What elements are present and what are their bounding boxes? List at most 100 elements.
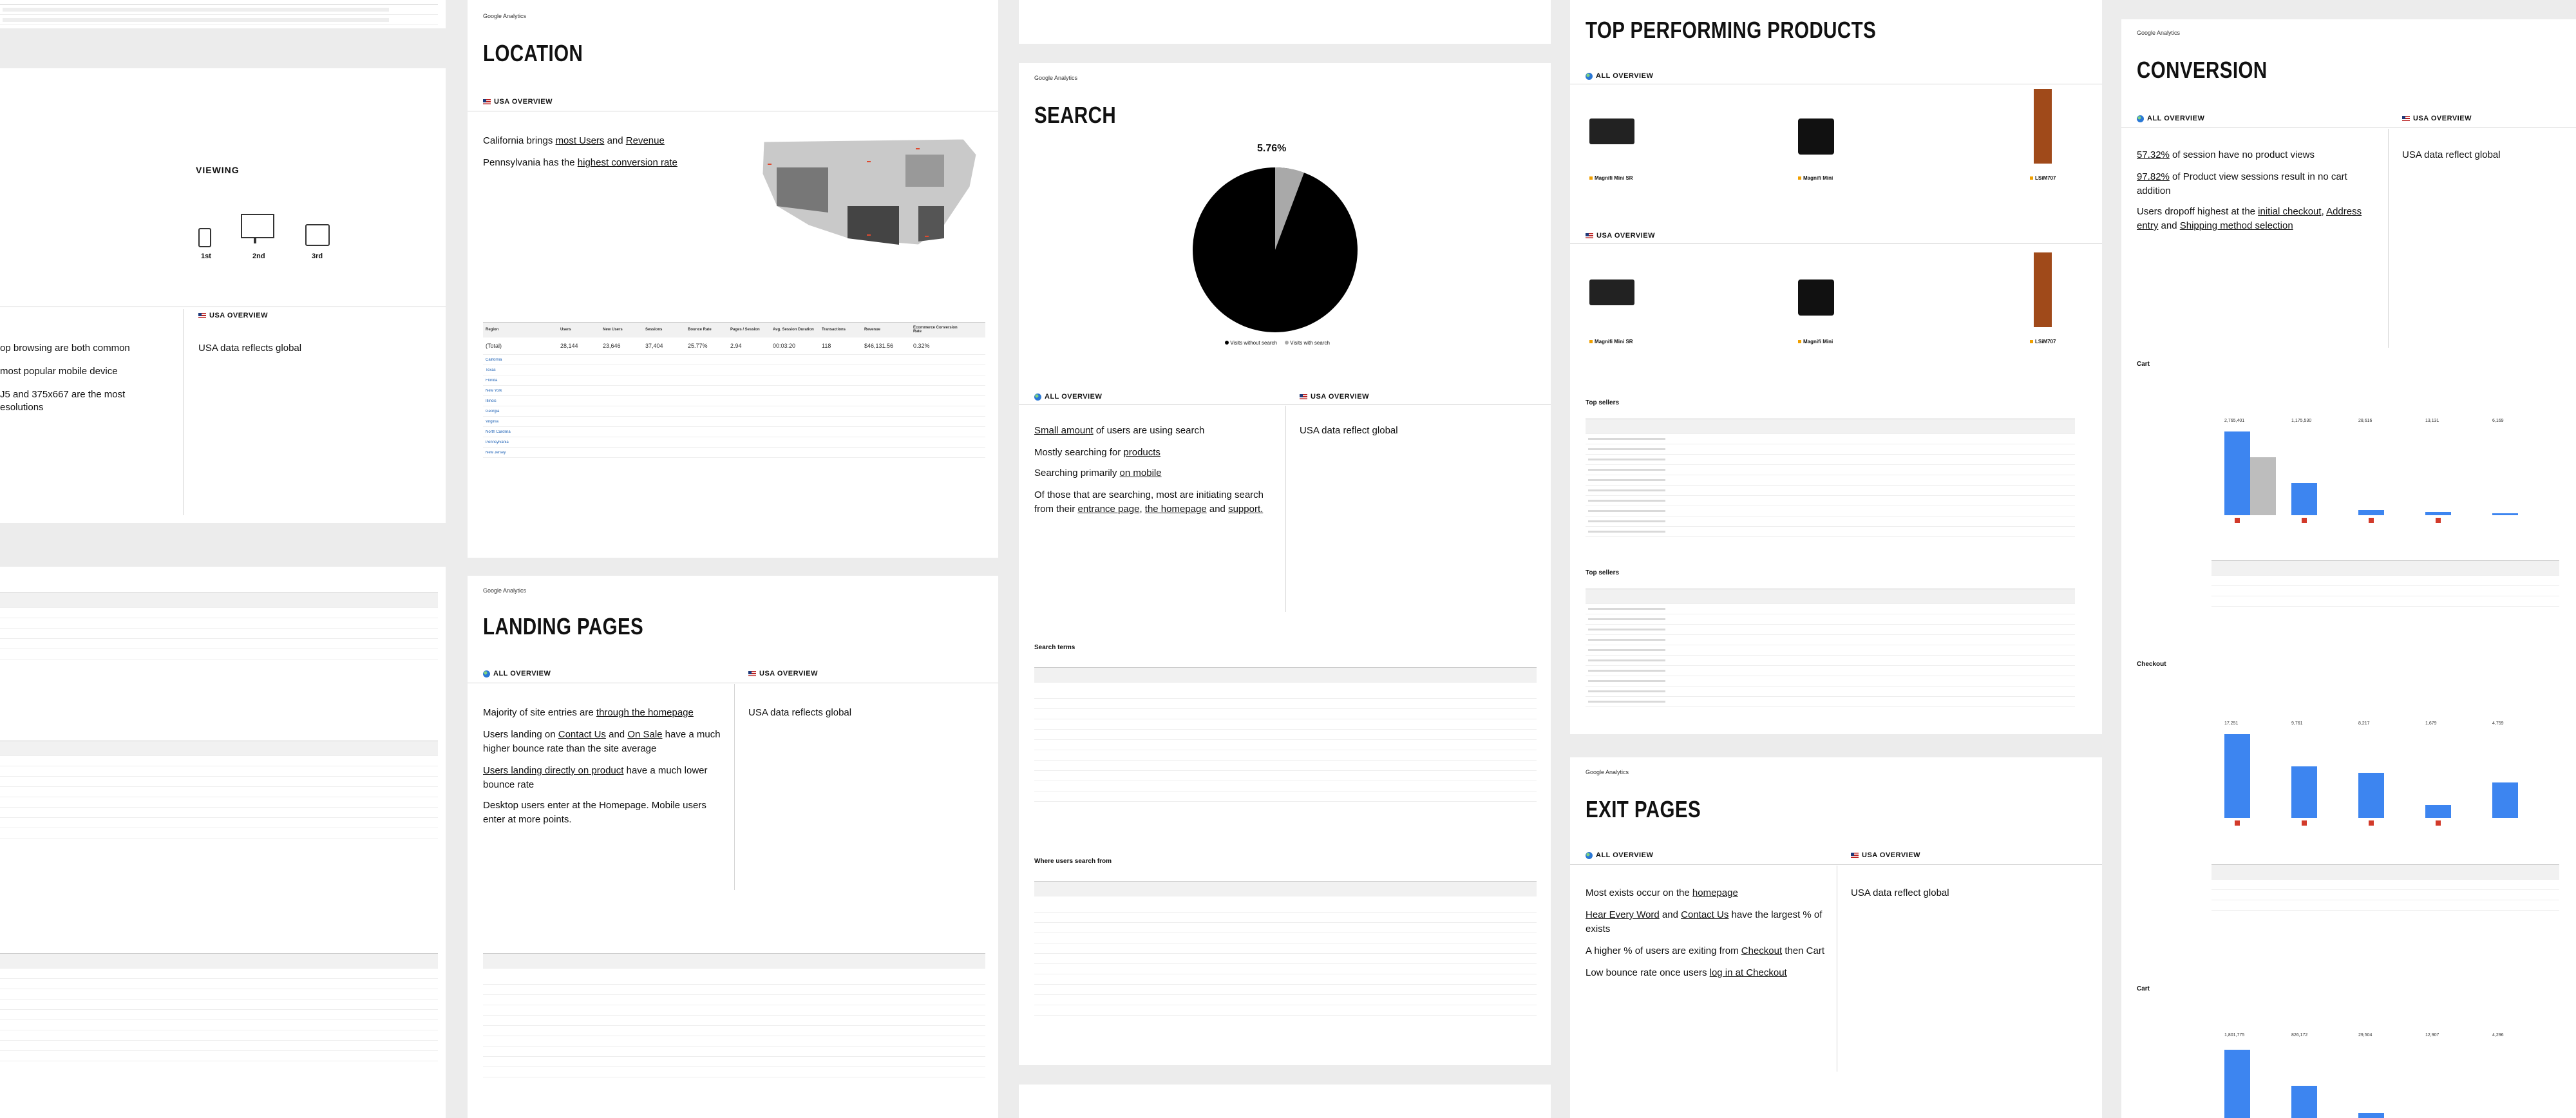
speaker-image [2034,252,2052,327]
cart-stat: 28,616 [2358,419,2372,423]
top-sellers-table [1586,589,2075,707]
exit-usa-heading: USA OVERVIEW [1851,851,1920,859]
divider [1285,406,1286,612]
table-row[interactable]: California [483,355,985,365]
landing-usa-heading: USA OVERVIEW [748,670,818,677]
product-label: Magnifi Mini [1798,339,1833,345]
product-label: Magnifi Mini SR [1589,175,1633,181]
usa-flag-icon [1300,394,1307,399]
top-strip-card [1019,0,1551,44]
table-row[interactable]: New York [483,386,985,396]
cart-stat: 6,169 [2492,419,2504,423]
globe-icon [1586,851,1593,859]
rank-1: 1st [201,252,211,260]
usa-flag-icon [2402,116,2410,121]
divider [734,684,735,890]
rank-2: 2nd [252,252,265,260]
table-row[interactable]: New Jersey [483,448,985,458]
table-row[interactable]: Texas [483,365,985,375]
tablet-icon [305,224,330,246]
usa-flag-icon [483,99,491,104]
viewing-usa-heading: USA OVERVIEW [198,312,268,319]
map-tooltip [867,161,871,162]
location-usa-heading: USA OVERVIEW [483,98,553,106]
desktop-stand [254,237,256,243]
cart2-stat: 12,907 [2425,1033,2439,1037]
cart2-stat: 29,504 [2358,1033,2372,1037]
location-line-2: Pennsylvania has the highest conversion … [483,157,677,168]
location-line-1: California brings most Users and Revenue [483,135,665,146]
cart-stat: 2,765,401 [2224,419,2245,423]
conversion-card: Google Analytics CONVERSION ALL OVERVIEW… [2121,19,2576,1118]
usa-flag-icon [1851,853,1859,858]
viewing-card [0,0,446,28]
cart2-stat: 826,172 [2291,1033,2308,1037]
table-row[interactable]: Florida [483,375,985,386]
ga-label: Google Analytics [1034,75,1078,81]
viewing-table-card [0,567,446,1118]
subwoofer-image [1798,280,1834,316]
globe-icon [1586,72,1593,80]
landing-point-4: Desktop users enter at the Homepage. Mob… [483,800,706,825]
exit-title: EXIT PAGES [1586,796,1701,822]
pie-data-label: 5.76% [1257,143,1287,154]
viewing-left-2: most popular mobile device [0,366,118,377]
divider [2388,129,2389,348]
divider [1019,404,1551,405]
viewing-title: VIEWING [196,165,240,175]
table-row[interactable]: Georgia [483,406,985,417]
conv-point-3: Users dropoff highest at the initial che… [2137,206,2362,231]
top-products-title: TOP PERFORMING PRODUCTS [1586,17,1877,43]
search-point-2: Mostly searching for products [1034,447,1160,458]
map-tooltip [925,236,929,237]
desktop-icon [241,214,274,238]
location-card: Google Analytics LOCATION USA OVERVIEW C… [468,0,998,558]
search-title: SEARCH [1034,102,1117,128]
conv-point-1: 57.32% of session have no product views [2137,149,2315,160]
table-row[interactable]: Virginia [483,417,985,427]
exit-card: Google Analytics EXIT PAGES ALL OVERVIEW… [1570,757,2102,1118]
ga-label: Google Analytics [483,13,527,19]
subwoofer-image [1798,118,1834,155]
exit-point-4: Low bounce rate once users log in at Che… [1586,967,1787,978]
search-terms-title: Search terms [1034,644,1075,651]
globe-icon [2137,115,2144,122]
cart2-stat: 4,296 [2492,1033,2504,1037]
map-tooltip [867,234,871,236]
table-row[interactable]: North Carolina [483,427,985,437]
location-title: LOCATION [483,40,583,66]
landing-table [483,953,985,1077]
table-header: Region Users New Users Sessions Bounce R… [483,323,985,337]
bottom-strip-card [1019,1085,1551,1118]
speaker-image [2034,89,2052,164]
usa-flag-icon [748,671,756,676]
cart-title: Cart [2137,361,2150,368]
globe-icon [1034,393,1041,401]
product-label: Magnifi Mini [1798,175,1833,181]
checkout-stat: 4,759 [2492,721,2504,726]
search-point-4: Of those that are searching, most are in… [1034,489,1264,515]
device-table-2 [0,741,438,838]
cart2-title: Cart [2137,985,2150,992]
divider [183,309,184,515]
map-tooltip [916,148,920,149]
checkout-stat: 17,251 [2224,721,2239,726]
device-table-3 [0,953,438,1061]
ga-label: Google Analytics [1586,769,1629,775]
table-totals-row: (Total) 28,144 23,646 37,404 25.77% 2.94… [483,337,985,355]
rank-3: 3rd [312,252,323,260]
exit-overview-heading: ALL OVERVIEW [1586,851,1653,859]
conv-point-2: 97.82% of Product view sessions result i… [2137,171,2347,196]
search-point-1: Small amount of users are using search [1034,425,1205,436]
search-pages-table [1034,881,1537,1016]
checkout-stat: 8,217 [2358,721,2370,726]
conv-usa-text: USA data reflect global [2402,149,2501,160]
checkout-stat: 9,761 [2291,721,2303,726]
table-row[interactable]: Illinois [483,396,985,406]
landing-point-2: Users landing on Contact Us and On Sale … [483,729,721,754]
viewing-usa-text: USA data reflects global [198,343,302,354]
conversion-title: CONVERSION [2137,57,2268,83]
table-row[interactable]: Pennsylvania [483,437,985,448]
location-table: Region Users New Users Sessions Bounce R… [483,322,985,458]
usa-flag-icon [198,313,206,318]
